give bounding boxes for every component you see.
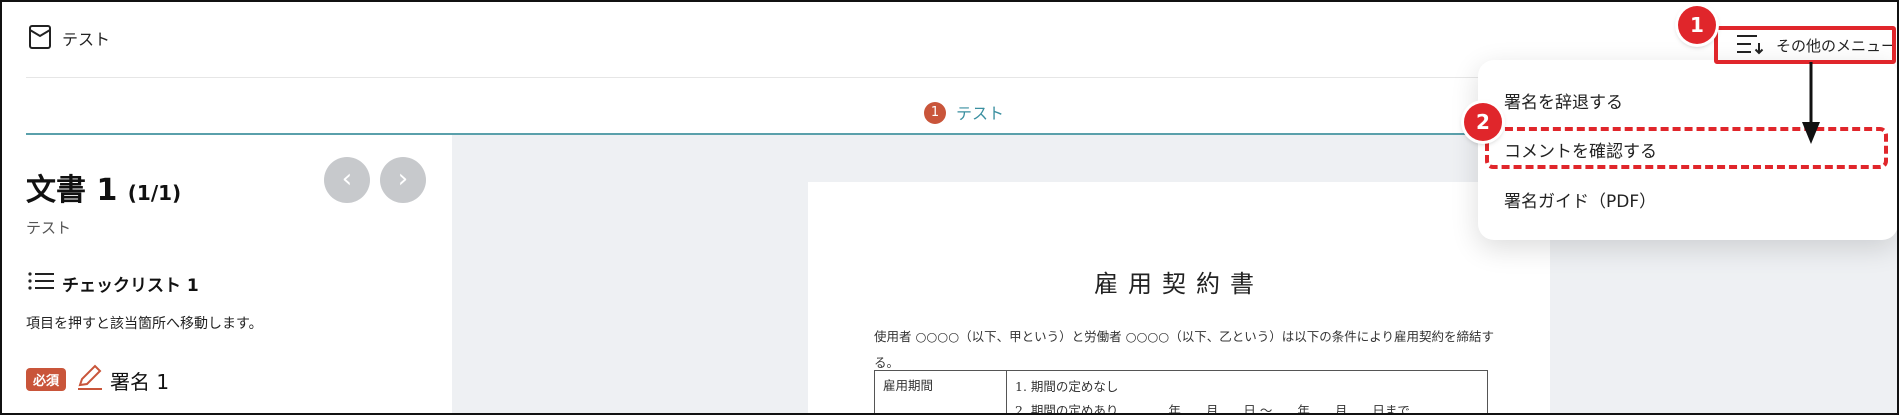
option-line: 1. 期間の定めなし xyxy=(1015,379,1119,394)
menu-item-signing-guide-pdf[interactable]: 署名ガイド（PDF） xyxy=(1504,187,1656,212)
prev-document-button[interactable]: ‹ xyxy=(324,157,370,203)
highlight-box-comments xyxy=(1485,127,1888,169)
envelope-doc-icon xyxy=(29,25,51,49)
document-page: 雇用契約書 使用者 ○○○○（以下、甲という）と労働者 ○○○○（以下、乙という… xyxy=(808,182,1550,415)
screen-frame: テスト 1 テスト 文書 1 (1/1) ‹ › テスト チェックリスト 1 項… xyxy=(0,0,1899,415)
page-title: 雇用契約書 xyxy=(1094,270,1264,298)
checklist-title: チェックリスト 1 xyxy=(62,276,199,296)
chevron-left-icon: ‹ xyxy=(341,164,353,194)
pen-icon xyxy=(78,364,102,390)
tab-step-test[interactable]: テスト xyxy=(956,100,1004,124)
signature-item-1[interactable]: 署名 1 xyxy=(110,366,169,395)
chevron-right-icon: › xyxy=(397,164,409,194)
table-row: 雇用期間 1. 期間の定めなし 2. 期間の定めあり 年 月 日 〜 年 月 日… xyxy=(874,370,1488,415)
step-number-badge: 1 xyxy=(924,102,946,124)
table-cell-label: 雇用期間 xyxy=(874,370,1007,413)
document-title: 文書 1 (1/1) xyxy=(26,165,181,209)
left-panel: 文書 1 (1/1) ‹ › テスト チェックリスト 1 項目を押すと該当箇所へ… xyxy=(2,135,452,413)
highlight-box-menu xyxy=(1714,26,1896,64)
step-callout-1: 1 xyxy=(1678,6,1716,44)
table-cell-options: 1. 期間の定めなし 2. 期間の定めあり 年 月 日 〜 年 月 日まで xyxy=(1006,370,1488,415)
arrow-down-annotation xyxy=(1802,62,1820,144)
document-count: (1/1) xyxy=(127,181,182,205)
next-document-button[interactable]: › xyxy=(380,157,426,203)
option-line: 2. 期間の定めあり 年 月 日 〜 年 月 日まで xyxy=(1015,403,1410,415)
checklist-description: 項目を押すと該当箇所へ移動します。 xyxy=(26,316,263,332)
page-intro-text: 使用者 ○○○○（以下、甲という）と労働者 ○○○○（以下、乙という）は以下の条… xyxy=(874,329,1494,370)
contract-table: 雇用期間 1. 期間の定めなし 2. 期間の定めあり 年 月 日 〜 年 月 日… xyxy=(874,370,1488,415)
menu-item-decline-signature[interactable]: 署名を辞退する xyxy=(1504,88,1623,113)
list-icon xyxy=(28,272,54,290)
app-title: テスト xyxy=(62,30,111,49)
document-title-text: 文書 1 xyxy=(26,173,118,208)
document-subtitle: テスト xyxy=(26,219,72,237)
step-callout-2: 2 xyxy=(1464,103,1502,141)
required-badge: 必須 xyxy=(26,368,67,391)
